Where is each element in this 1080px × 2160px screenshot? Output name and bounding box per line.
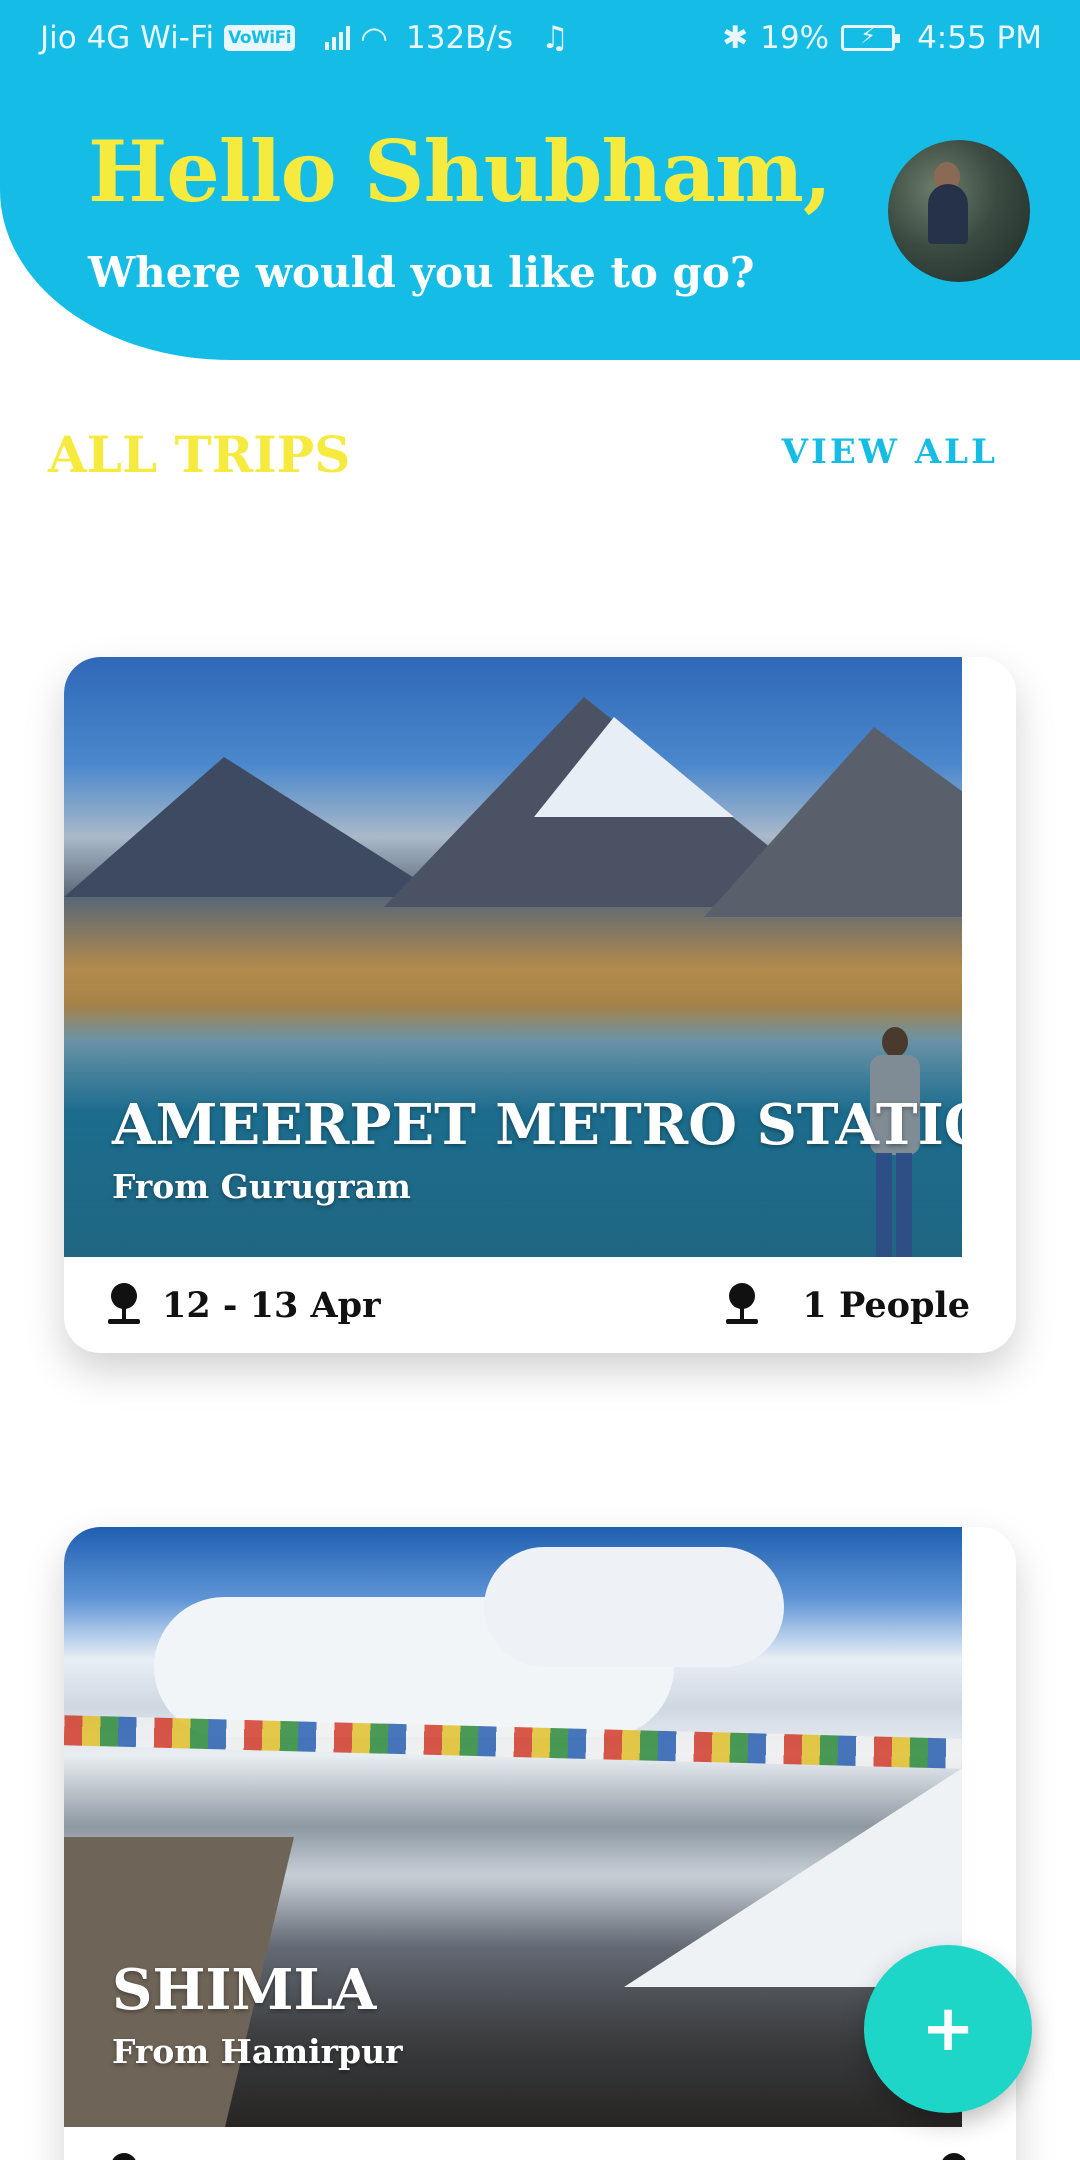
- trip-origin: From Hamirpur: [112, 2032, 403, 2071]
- wifi-icon: ◠: [360, 19, 388, 57]
- greeting-subtitle: Where would you like to go?: [88, 248, 755, 297]
- status-bar: Jio 4G Wi-Fi VoWiFi ◠ 132B/s ♫ ✱ 19% ⚡ 4…: [0, 0, 1080, 76]
- avatar[interactable]: [888, 140, 1030, 282]
- clock: 4:55 PM: [917, 20, 1042, 56]
- carrier-label: Jio 4G Wi-Fi: [40, 20, 215, 56]
- trip-dates: 12 - 13 Apr: [162, 1284, 381, 1326]
- cloud-shape: [484, 1547, 784, 1667]
- trip-title: SHIMLA: [112, 1957, 377, 2023]
- add-trip-button[interactable]: +: [864, 1945, 1032, 2113]
- location-pin-icon: [108, 2153, 140, 2160]
- location-pin-icon: [938, 2153, 970, 2160]
- music-note-icon: ♫: [541, 20, 569, 56]
- location-pin-icon: [726, 1283, 759, 1327]
- view-all-link[interactable]: VIEW ALL: [782, 432, 998, 472]
- section-title: ALL TRIPS: [48, 425, 351, 484]
- greeting-title: Hello Shubham,: [88, 122, 832, 221]
- screen: Jio 4G Wi-Fi VoWiFi ◠ 132B/s ♫ ✱ 19% ⚡ 4…: [0, 0, 1080, 2160]
- trip-people: 1 People: [802, 1284, 970, 1326]
- trip-title: AMEERPET METRO STATION: [112, 1092, 962, 1158]
- trip-origin: From Gurugram: [112, 1167, 411, 1206]
- trip-image: SHIMLA From Hamirpur: [64, 1527, 962, 2127]
- trip-card[interactable]: AMEERPET METRO STATION From Gurugram 12 …: [64, 657, 1016, 1353]
- location-pin-icon: [108, 1283, 140, 1327]
- mountain-shape: [704, 727, 962, 917]
- battery-icon: ⚡: [841, 24, 901, 51]
- vowifi-badge: VoWiFi: [224, 25, 296, 51]
- network-speed: 132B/s: [406, 20, 514, 56]
- trip-image: AMEERPET METRO STATION From Gurugram: [64, 657, 962, 1257]
- trip-footer: [64, 2127, 1016, 2160]
- signal-icon: [325, 26, 351, 50]
- bluetooth-icon: ✱: [722, 20, 749, 56]
- avatar-body: [928, 184, 968, 244]
- battery-percent: 19%: [760, 20, 830, 56]
- trip-footer: 12 - 13 Apr 1 People: [64, 1257, 1016, 1353]
